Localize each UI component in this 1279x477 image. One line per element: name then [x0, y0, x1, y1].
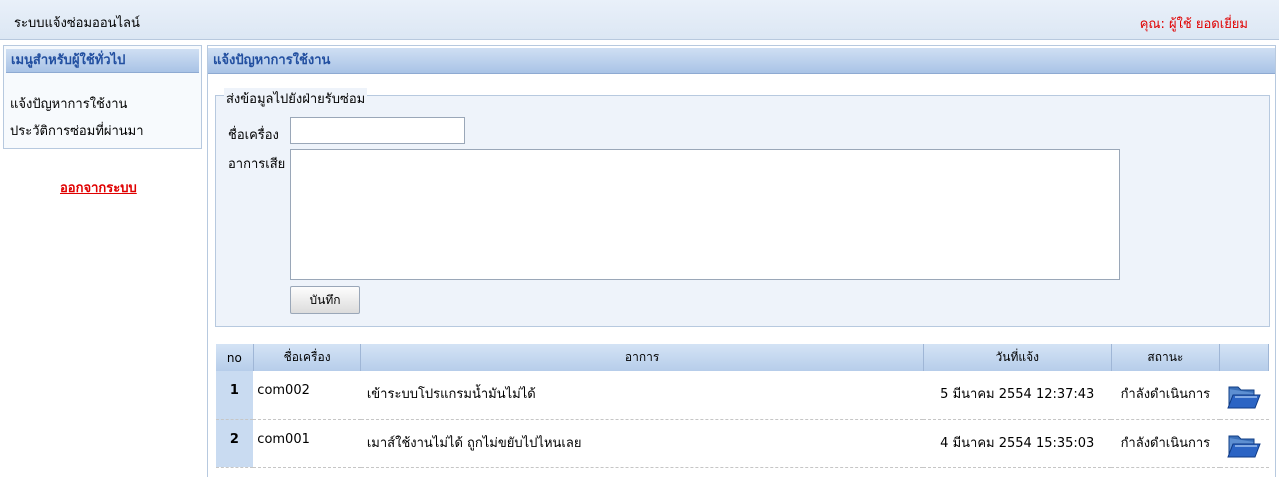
logout-link[interactable]: ออกจากระบบ [60, 177, 137, 198]
row-machine: com001 [253, 419, 361, 468]
row-no: 2 [215, 419, 254, 468]
row-symptom: เมาส์ใช้งานไม่ได้ ถูกไม่ขยับไปไหนเลย [360, 419, 924, 468]
table-row: 2 com001 เมาส์ใช้งานไม่ได้ ถูกไม่ขยับไปไ… [215, 419, 1269, 468]
table-header-row: no ชื่อเครื่อง อาการ วันที่แจ้ง สถานะ [215, 344, 1269, 371]
row-symptom: เข้าระบบโปรแกรมน้ำมันไม่ได้ [360, 371, 924, 420]
row-machine: com002 [253, 371, 361, 420]
row-status: กำลังดำเนินการ [1111, 371, 1220, 420]
col-status: สถานะ [1110, 344, 1221, 371]
col-no: no [215, 344, 254, 371]
sidebar-title: เมนูสำหรับผู้ใช้ทั่วไป [6, 49, 199, 73]
row-date: 5 มีนาคม 2554 12:37:43 [923, 371, 1112, 420]
main-panel: แจ้งปัญหาการใช้งาน ส่งข้อมูลไปยังฝ่ายรับ… [207, 45, 1276, 477]
symptom-label: อาการเสีย [228, 157, 286, 172]
row-no: 1 [215, 371, 254, 420]
col-date: วันที่แจ้ง [922, 344, 1112, 371]
sidebar-item-report-problem[interactable]: แจ้งปัญหาการใช้งาน [10, 93, 127, 114]
table-row: 1 com002 เข้าระบบโปรแกรมน้ำมันไม่ได้ 5 ม… [215, 371, 1269, 420]
app-title: ระบบแจ้งซ่อมออนไลน์ [14, 16, 140, 31]
open-folder-icon[interactable] [1227, 381, 1261, 411]
col-action [1219, 344, 1269, 371]
symptom-textarea[interactable] [290, 149, 1120, 280]
row-status: กำลังดำเนินการ [1111, 419, 1220, 468]
repair-table: no ชื่อเครื่อง อาการ วันที่แจ้ง สถานะ 1 … [215, 344, 1269, 468]
machine-name-input[interactable] [290, 117, 465, 144]
form-legend: ส่งข้อมูลไปยังฝ่ายรับซ่อม [224, 88, 368, 109]
row-date: 4 มีนาคม 2554 15:35:03 [923, 419, 1112, 468]
user-label: คุณ: ผู้ใช้ ยอดเยี่ยม [1139, 17, 1248, 32]
page-title: แจ้งปัญหาการใช้งาน [208, 48, 1275, 74]
col-symptom: อาการ [360, 344, 924, 371]
col-machine: ชื่อเครื่อง [252, 344, 362, 371]
report-form: ส่งข้อมูลไปยังฝ่ายรับซ่อม ชื่อเครื่อง อา… [215, 88, 1270, 327]
sidebar-item-repair-history[interactable]: ประวัติการซ่อมที่ผ่านมา [10, 120, 144, 141]
open-folder-icon[interactable] [1227, 430, 1261, 460]
machine-name-label: ชื่อเครื่อง [228, 128, 279, 143]
sidebar: เมนูสำหรับผู้ใช้ทั่วไป แจ้งปัญหาการใช้งา… [3, 45, 202, 149]
save-button[interactable]: บันทึก [290, 286, 360, 314]
top-bar: ระบบแจ้งซ่อมออนไลน์ คุณ: ผู้ใช้ ยอดเยี่ย… [0, 0, 1279, 40]
